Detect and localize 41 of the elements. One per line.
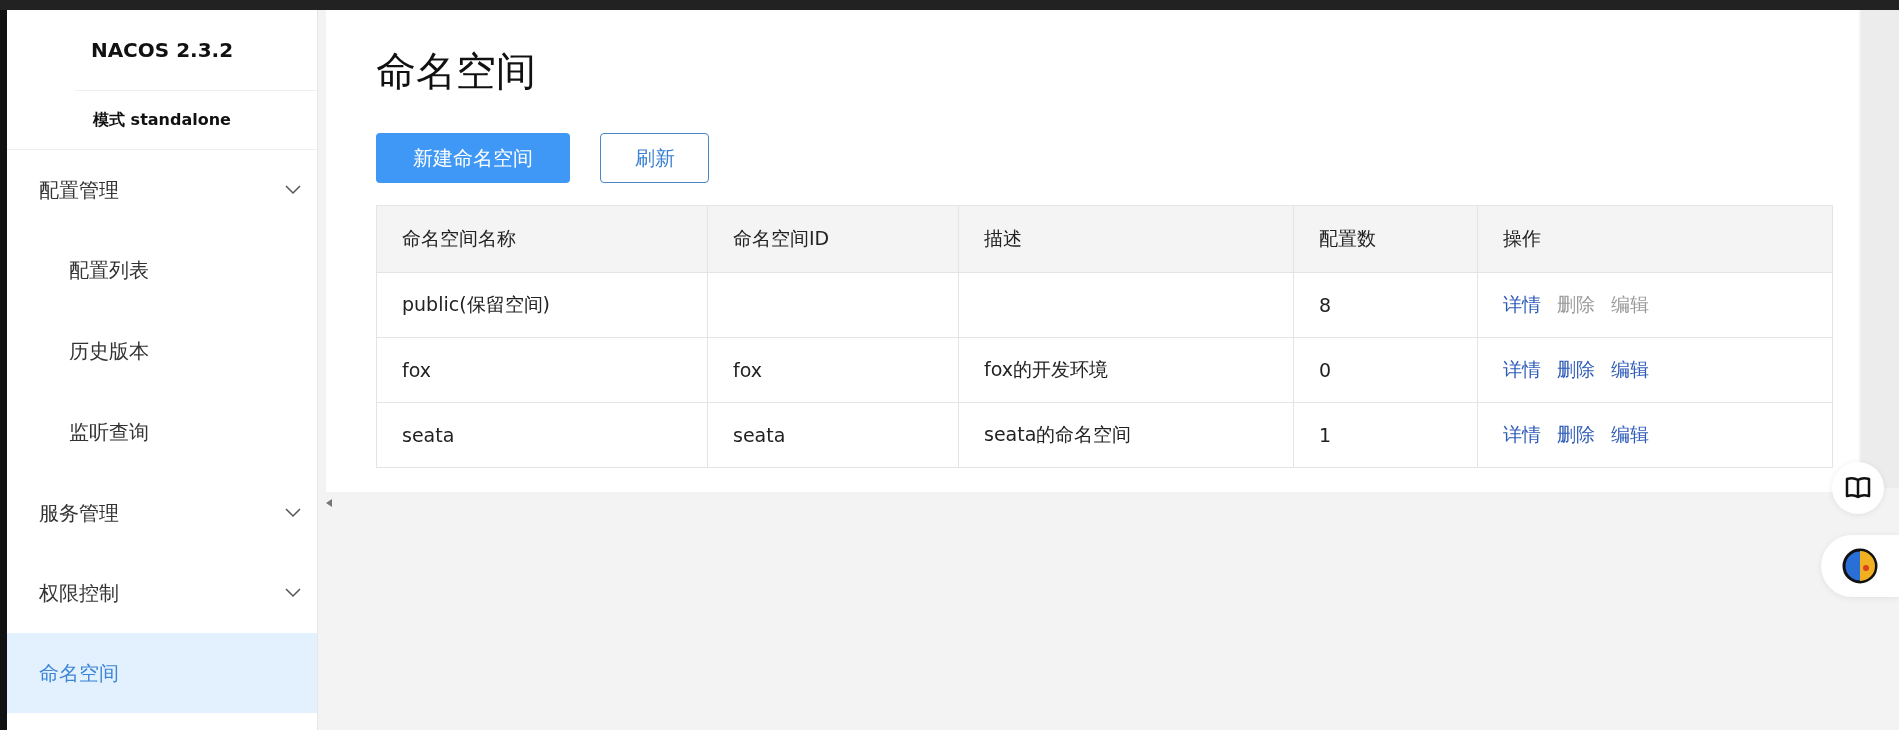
- table-cell: fox的开发环境: [958, 337, 1294, 403]
- column-header: 命名空间ID: [707, 205, 959, 273]
- table-cell: fox: [376, 337, 708, 403]
- scroll-left-icon[interactable]: [326, 499, 332, 507]
- column-header: 命名空间名称: [376, 205, 708, 273]
- table-cell: seata: [707, 402, 959, 468]
- menu-group[interactable]: 权限控制: [7, 553, 317, 633]
- action-link[interactable]: 详情: [1503, 293, 1541, 315]
- action-link[interactable]: 删除: [1557, 423, 1595, 445]
- column-header: 描述: [958, 205, 1294, 273]
- chevron-icon: [285, 508, 301, 518]
- action-link[interactable]: 编辑: [1611, 358, 1649, 380]
- menu-item[interactable]: 历史版本: [7, 311, 317, 392]
- chevron-icon: [285, 588, 301, 598]
- menu-group[interactable]: 服务管理: [7, 473, 317, 553]
- refresh-button[interactable]: 刷新: [600, 133, 709, 183]
- action-link[interactable]: 详情: [1503, 358, 1541, 380]
- column-header: 操作: [1477, 205, 1833, 273]
- menu-group[interactable]: 配置管理: [7, 150, 317, 230]
- app-title: NACOS 2.3.2: [75, 10, 317, 91]
- action-link[interactable]: 删除: [1557, 358, 1595, 380]
- book-icon: [1845, 476, 1871, 500]
- table-cell: public(保留空间): [376, 272, 708, 338]
- column-header: 配置数: [1293, 205, 1478, 273]
- vertical-scrollbar[interactable]: [1861, 10, 1899, 488]
- mode-label: 模式 standalone: [7, 91, 317, 150]
- page-title: 命名空间: [376, 47, 537, 96]
- table-cell: fox: [707, 337, 959, 403]
- menu-item[interactable]: 监听查询: [7, 392, 317, 473]
- chevron-icon: [285, 185, 301, 195]
- table-cell: seata的命名空间: [958, 402, 1294, 468]
- table-cell: 8: [1293, 272, 1478, 338]
- table-cell: seata: [376, 402, 708, 468]
- menu-item[interactable]: 配置列表: [7, 230, 317, 311]
- table-cell: 0: [1293, 337, 1478, 403]
- assistant-button[interactable]: [1821, 535, 1899, 597]
- action-link[interactable]: 编辑: [1611, 423, 1649, 445]
- action-link[interactable]: 详情: [1503, 423, 1541, 445]
- avatar-icon: [1842, 548, 1878, 584]
- table-cell: 1: [1293, 402, 1478, 468]
- book-button[interactable]: [1832, 462, 1884, 514]
